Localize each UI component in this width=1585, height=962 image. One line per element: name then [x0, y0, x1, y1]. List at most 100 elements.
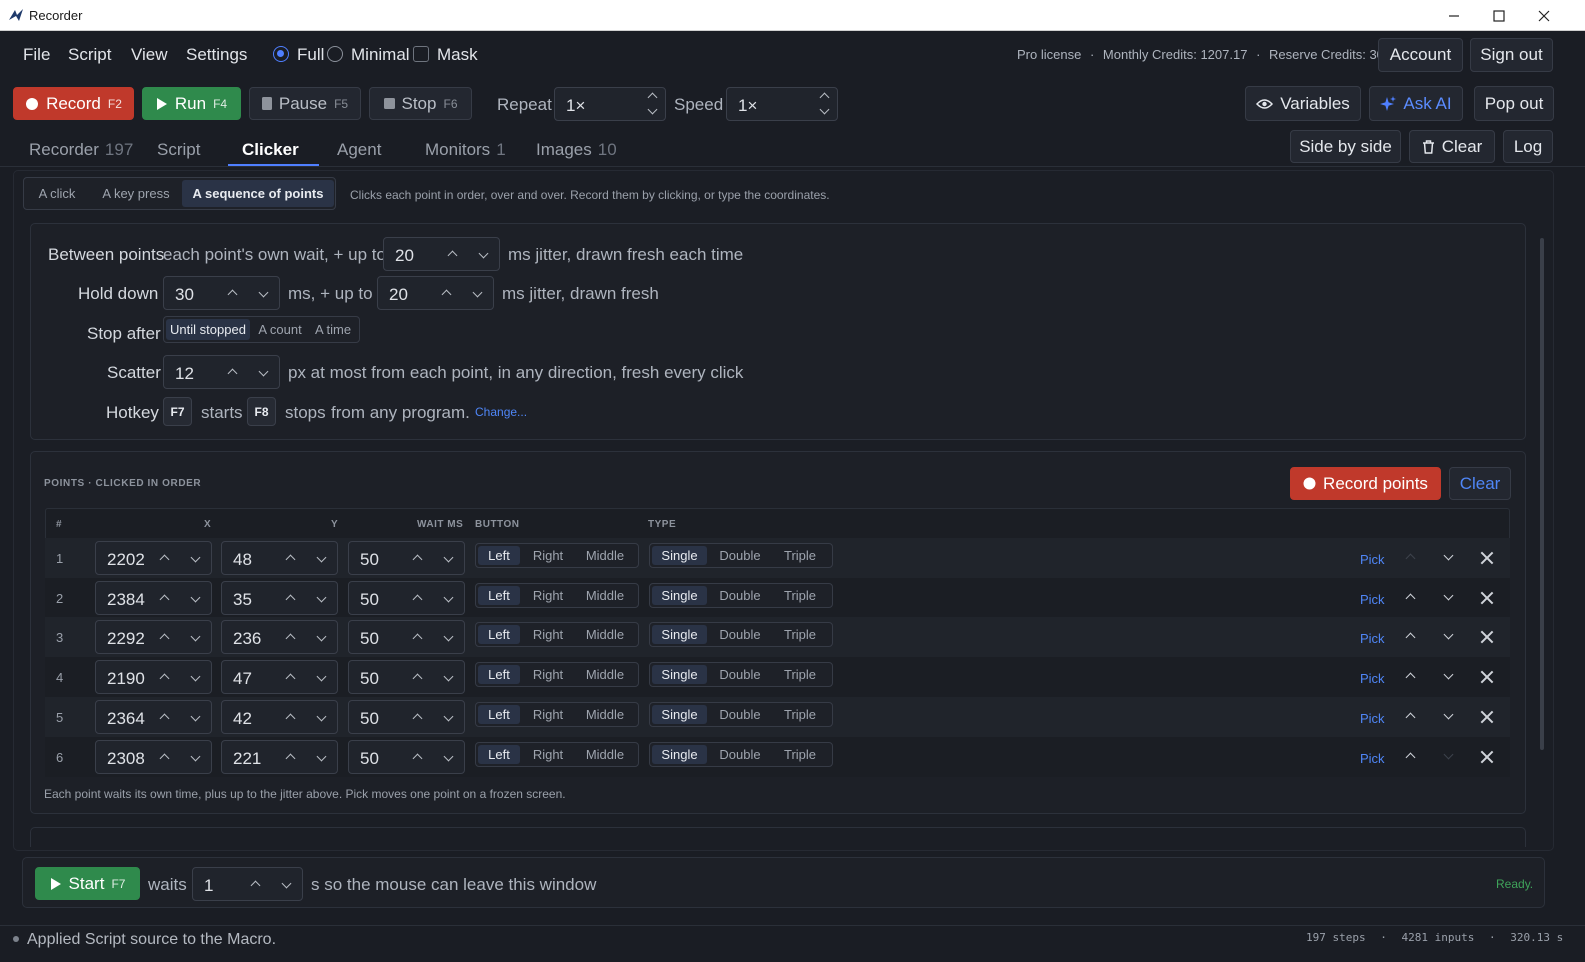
remove-point-icon[interactable]	[1480, 710, 1494, 724]
view-minimal-label[interactable]: Minimal	[351, 45, 410, 65]
stop-until-stopped[interactable]: Until stopped	[166, 319, 250, 340]
change-hotkey-link[interactable]: Change...	[475, 405, 527, 419]
type-double[interactable]: Double	[709, 544, 771, 567]
increment-icon[interactable]	[412, 712, 422, 722]
button-left[interactable]: Left	[478, 625, 520, 645]
move-down-icon[interactable]	[1442, 551, 1456, 565]
remove-point-icon[interactable]	[1480, 670, 1494, 684]
decrement-icon[interactable]	[472, 290, 482, 300]
click-type-selector[interactable]: Single Double Triple	[649, 741, 833, 767]
y-stepper[interactable]: 236	[221, 620, 338, 655]
decrement-icon[interactable]	[190, 595, 200, 605]
decrement-icon[interactable]	[316, 754, 326, 764]
increment-icon[interactable]	[285, 593, 295, 603]
increment-icon[interactable]	[412, 593, 422, 603]
increment-icon[interactable]	[159, 593, 169, 603]
remove-point-icon[interactable]	[1480, 630, 1494, 644]
type-double[interactable]: Double	[709, 743, 771, 766]
decrement-icon[interactable]	[190, 714, 200, 724]
button-right[interactable]: Right	[522, 663, 574, 686]
tab-recorder[interactable]: Recorder 197	[29, 140, 133, 160]
stop-a-time[interactable]: A time	[308, 317, 358, 342]
mouse-button-selector[interactable]: Left Right Middle	[475, 543, 639, 568]
button-middle[interactable]: Middle	[574, 743, 636, 766]
pick-button[interactable]: Pick	[1360, 671, 1385, 686]
mode-sequence-of-points[interactable]: A sequence of points	[182, 180, 334, 207]
view-minimal-radio[interactable]	[327, 46, 343, 62]
tab-clicker[interactable]: Clicker	[242, 140, 299, 160]
decrement-icon[interactable]	[443, 674, 453, 684]
log-button[interactable]: Log	[1503, 130, 1553, 163]
type-single[interactable]: Single	[652, 665, 707, 685]
button-middle[interactable]: Middle	[574, 623, 636, 646]
decrement-icon[interactable]	[443, 634, 453, 644]
decrement-icon[interactable]	[316, 714, 326, 724]
pick-button[interactable]: Pick	[1360, 711, 1385, 726]
type-double[interactable]: Double	[709, 703, 771, 726]
stop-button[interactable]: Stop F6	[369, 87, 472, 120]
stop-after-selector[interactable]: Until stopped A count A time	[163, 316, 360, 343]
type-triple[interactable]: Triple	[771, 663, 829, 686]
side-by-side-button[interactable]: Side by side	[1290, 130, 1401, 163]
type-single[interactable]: Single	[652, 546, 707, 565]
wait-stepper[interactable]: 50	[348, 620, 465, 655]
tab-agent[interactable]: Agent	[337, 140, 381, 160]
close-button[interactable]	[1521, 0, 1567, 31]
mouse-button-selector[interactable]: Left Right Middle	[475, 701, 639, 727]
move-up-icon[interactable]	[1404, 710, 1418, 724]
start-button[interactable]: Start F7	[35, 867, 140, 900]
variables-button[interactable]: Variables	[1245, 86, 1361, 121]
ask-ai-button[interactable]: Ask AI	[1369, 86, 1463, 121]
button-right[interactable]: Right	[522, 544, 574, 567]
type-double[interactable]: Double	[709, 584, 771, 607]
scrollbar-thumb[interactable]	[1540, 238, 1544, 750]
increment-icon[interactable]	[159, 632, 169, 642]
decrement-icon[interactable]	[190, 754, 200, 764]
mode-a-click[interactable]: A click	[24, 178, 90, 209]
increment-icon[interactable]	[285, 672, 295, 682]
pause-button[interactable]: Pause F5	[249, 87, 361, 120]
clicker-mode-selector[interactable]: A click A key press A sequence of points	[23, 177, 336, 210]
y-stepper[interactable]: 47	[221, 660, 338, 695]
clear-log-button[interactable]: Clear	[1409, 130, 1495, 163]
remove-point-icon[interactable]	[1480, 591, 1494, 605]
type-triple[interactable]: Triple	[771, 623, 829, 646]
wait-stepper[interactable]: 50	[348, 580, 465, 615]
menu-view[interactable]: View	[131, 45, 168, 65]
button-left[interactable]: Left	[478, 665, 520, 685]
wait-stepper[interactable]: 50	[348, 739, 465, 774]
type-single[interactable]: Single	[652, 704, 707, 724]
run-button[interactable]: Run F4	[142, 87, 241, 120]
speed-stepper[interactable]: 1×	[726, 87, 838, 121]
type-double[interactable]: Double	[709, 663, 771, 686]
increment-icon[interactable]	[285, 752, 295, 762]
move-down-icon[interactable]	[1442, 630, 1456, 644]
decrement-icon[interactable]	[443, 595, 453, 605]
record-points-button[interactable]: Record points	[1290, 467, 1441, 500]
increment-icon[interactable]	[412, 672, 422, 682]
increment-icon[interactable]	[159, 712, 169, 722]
increment-icon[interactable]	[227, 367, 237, 377]
menu-settings[interactable]: Settings	[186, 45, 247, 65]
increment-icon[interactable]	[447, 249, 457, 259]
wait-stepper[interactable]: 50	[348, 660, 465, 695]
decrement-icon[interactable]	[443, 555, 453, 565]
button-left[interactable]: Left	[478, 585, 520, 605]
decrement-icon[interactable]	[316, 555, 326, 565]
button-right[interactable]: Right	[522, 703, 574, 726]
decrement-icon[interactable]	[190, 674, 200, 684]
move-down-icon[interactable]	[1442, 750, 1456, 764]
view-full-label[interactable]: Full	[297, 45, 324, 65]
button-middle[interactable]: Middle	[574, 703, 636, 726]
menu-script[interactable]: Script	[68, 45, 111, 65]
maximize-button[interactable]	[1476, 0, 1522, 31]
button-middle[interactable]: Middle	[574, 663, 636, 686]
decrement-icon[interactable]	[443, 714, 453, 724]
record-button[interactable]: Record F2	[13, 87, 134, 120]
move-up-icon[interactable]	[1404, 630, 1418, 644]
increment-icon[interactable]	[412, 553, 422, 563]
decrement-icon[interactable]	[443, 754, 453, 764]
pick-button[interactable]: Pick	[1360, 592, 1385, 607]
type-double[interactable]: Double	[709, 623, 771, 646]
button-middle[interactable]: Middle	[574, 544, 636, 567]
